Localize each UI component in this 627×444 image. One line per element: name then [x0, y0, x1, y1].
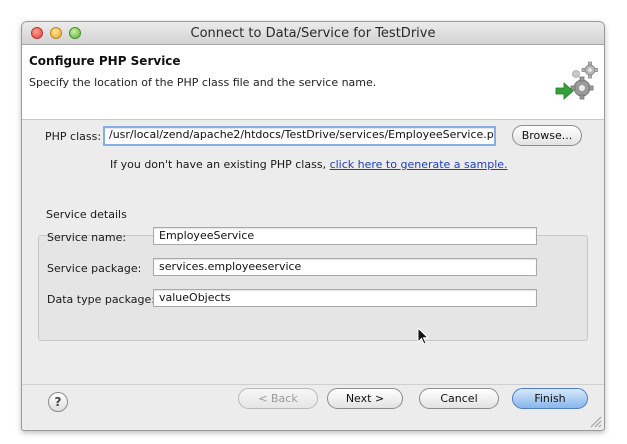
page-title: Configure PHP Service: [29, 54, 181, 68]
browse-button[interactable]: Browse...: [512, 125, 582, 146]
generate-sample-link[interactable]: click here to generate a sample.: [330, 158, 508, 171]
service-name-label: Service name:: [47, 231, 127, 244]
title-bar: Connect to Data/Service for TestDrive: [22, 22, 604, 45]
back-button[interactable]: < Back: [238, 388, 318, 409]
question-mark-icon[interactable]: ?: [48, 392, 68, 412]
php-class-input[interactable]: /usr/local/zend/apache2/htdocs/TestDrive…: [103, 126, 496, 146]
cancel-button[interactable]: Cancel: [419, 388, 499, 409]
service-details-group: [38, 235, 588, 341]
window-title: Connect to Data/Service for TestDrive: [190, 26, 436, 41]
service-package-input[interactable]: services.employeeservice: [153, 258, 537, 276]
resize-grip-icon[interactable]: [588, 414, 602, 428]
generate-hint-text: If you don't have an existing PHP class,: [110, 158, 327, 171]
data-type-package-label: Data type package:: [47, 293, 155, 306]
wizard-header: Configure PHP Service Specify the locati…: [22, 45, 604, 120]
service-package-label: Service package:: [47, 262, 142, 275]
data-type-package-input[interactable]: valueObjects: [153, 289, 537, 307]
next-button[interactable]: Next >: [327, 388, 403, 409]
page-description: Specify the location of the PHP class fi…: [29, 76, 377, 89]
gear-arrow-icon: [555, 61, 598, 100]
service-name-input[interactable]: EmployeeService: [153, 227, 537, 245]
dialog-window: Connect to Data/Service for TestDrive Co…: [21, 21, 605, 431]
php-class-label: PHP class:: [45, 130, 102, 143]
service-details-title: Service details: [46, 208, 127, 221]
finish-button[interactable]: Finish: [512, 388, 588, 409]
mouse-pointer-icon: [417, 327, 430, 345]
generate-hint: If you don't have an existing PHP class,…: [110, 158, 508, 171]
footer-separator: [22, 384, 604, 385]
